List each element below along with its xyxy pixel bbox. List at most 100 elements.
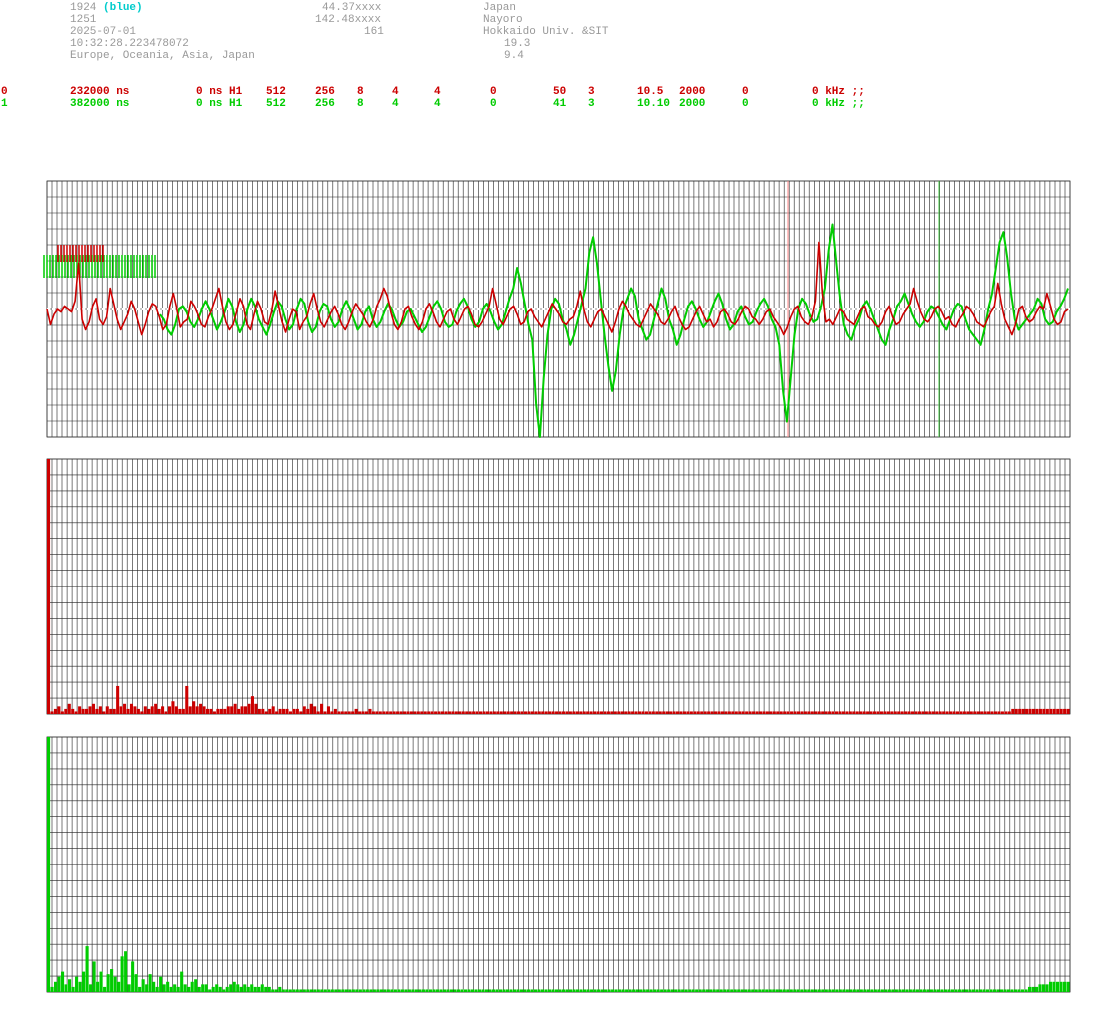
spectrum-green-bar-224 (831, 989, 835, 992)
spectrum-red-bar-290 (1049, 708, 1053, 714)
spectrum-red-bar-208 (765, 711, 769, 714)
spectrum-red-bar-100 (392, 711, 396, 714)
spectrum-red-bar-278 (1007, 711, 1011, 714)
spectrum-green-bar-266 (978, 989, 983, 992)
spectrum-red-bar-15 (98, 706, 102, 714)
spectrum-green-bar-173 (653, 989, 657, 992)
spectrum-green-bar-220 (817, 989, 821, 992)
spectrum-red-bar-121 (465, 711, 469, 714)
spectrum-green-bar-40 (187, 986, 191, 992)
spectrum-green-bar-184 (691, 989, 695, 992)
spectrum-green-bar-16 (103, 986, 107, 992)
spectrum-green-bar-91 (365, 989, 369, 992)
spectrum-red-bar-89 (354, 708, 358, 714)
spectrum-red-bar-108 (420, 711, 424, 714)
spectrum-green-bar-33 (162, 984, 166, 992)
spectrum-red-bar-186 (689, 711, 693, 714)
spectrum-green-bar-11 (85, 946, 89, 992)
spectrum-red-bar-115 (444, 711, 448, 714)
spectrum-green-bar-128 (495, 989, 499, 992)
spectrum-green-bar-257 (947, 989, 951, 992)
spectrum-red-bar-174 (648, 711, 652, 714)
spectrum-red-bar-188 (696, 711, 700, 714)
spectrum-red-bar-44 (199, 703, 203, 714)
spectrum-red-bar-272 (987, 711, 991, 714)
spectrum-red-bar-147 (555, 711, 559, 714)
spectrum-red-bar-117 (451, 711, 455, 714)
spectrum-red-bar-149 (561, 711, 566, 714)
spectrum-green-bar-160 (607, 989, 611, 992)
spectrum-red-bar-81 (326, 706, 330, 714)
spectrum-red-bar-273 (990, 711, 994, 714)
spectrum-green-bar-69 (288, 989, 292, 992)
spectrum-red-bar-50 (219, 708, 223, 714)
spectrum-green-bar-104 (411, 989, 415, 992)
spectrum-red-bar-113 (437, 711, 441, 714)
spectrum-red-bar-145 (548, 711, 552, 714)
spectrum-red-bar-131 (499, 711, 503, 714)
spectrum-red-bar-212 (779, 711, 783, 714)
spectrum-red-bar-42 (192, 701, 196, 714)
spectrum-green-bar-238 (880, 989, 884, 992)
spectrum-green-bar-26 (138, 986, 142, 992)
spectrum-green-bar-21 (120, 956, 124, 992)
spectrum-green-bar-134 (516, 989, 520, 992)
spectrum-red-bar-236 (862, 711, 866, 714)
spectrum-red-bar-159 (596, 711, 600, 714)
spectrum-green-bar-71 (295, 989, 299, 992)
spectrum-red-bar-274 (993, 711, 998, 714)
spectrum-red-bar-226 (828, 711, 832, 714)
spectrum-green-bar-166 (628, 989, 632, 992)
spectrum-green-bar-0 (47, 737, 51, 992)
spectrum-green-bar-269 (989, 989, 993, 992)
spectrum-green-bar-151 (576, 989, 580, 992)
spectrum-red-bar-87 (347, 711, 351, 714)
spectrum-green-bar-4 (61, 971, 65, 992)
spectrum-red-bar-22 (123, 703, 127, 714)
spectrum-green-bar-34 (166, 981, 170, 992)
spectrum-red-bar-78 (316, 711, 320, 714)
spectrum-red-bar-176 (655, 711, 659, 714)
spectrum-red-bar-261 (949, 711, 953, 714)
spectrum-green-bar-144 (551, 989, 555, 992)
spectrum-red-bar-263 (955, 711, 960, 714)
spectrum-red-bar-97 (382, 711, 386, 714)
spectrum-red-bar-179 (665, 711, 669, 714)
spectrum-green-bar-118 (460, 989, 464, 992)
spectrum-green-bar-285 (1045, 984, 1049, 992)
spectrum-green-bar-13 (92, 961, 96, 992)
spectrum-red-bar-231 (845, 711, 849, 714)
spectrum-red-bar-285 (1031, 708, 1036, 714)
spectrum-red-bar-39 (181, 708, 185, 714)
spectrum-red-bar-74 (302, 706, 306, 714)
spectrum-red-bar-155 (582, 711, 586, 714)
spectrum-red-bar-69 (285, 708, 289, 714)
spectrum-green-bar-32 (159, 976, 163, 992)
spectrum-green-bar-247 (912, 989, 916, 992)
spectrum-green-bar-116 (453, 989, 457, 992)
spectrum-green-bar-216 (803, 989, 807, 992)
spectrum-green-bar-279 (1024, 989, 1028, 992)
spectrum-red-bar-270 (980, 711, 984, 714)
spectrum-red-bar-32 (157, 708, 161, 714)
spectrum-red-bar-134 (510, 711, 514, 714)
spectrum-green-bar-105 (414, 989, 418, 992)
spectrum-green-bar-161 (611, 989, 615, 992)
spectrum-red-bar-125 (479, 711, 483, 714)
spectrum-green-bar-226 (838, 989, 842, 992)
spectrum-green-bar-39 (183, 984, 187, 992)
spectrum-red-bar-126 (482, 711, 486, 714)
spectrum-red-bar-46 (205, 708, 210, 714)
spectrum-red-bar-141 (534, 711, 538, 714)
spectrum-green-bar-44 (201, 984, 205, 992)
spectrum-red-bar-93 (368, 708, 372, 714)
spectrum-green-bar-143 (547, 989, 552, 992)
spectrum-green-bar-88 (355, 989, 359, 992)
spectrum-green-bar-46 (208, 989, 212, 992)
spectrum-red-bar-166 (620, 711, 624, 714)
spectrum-red-bar-164 (613, 711, 617, 714)
spectrum-green-bar-159 (604, 989, 608, 992)
spectrum-red-bar-111 (430, 711, 434, 714)
spectrum-green-bar-7 (71, 986, 75, 992)
spectrum-green-bar-66 (278, 986, 282, 992)
